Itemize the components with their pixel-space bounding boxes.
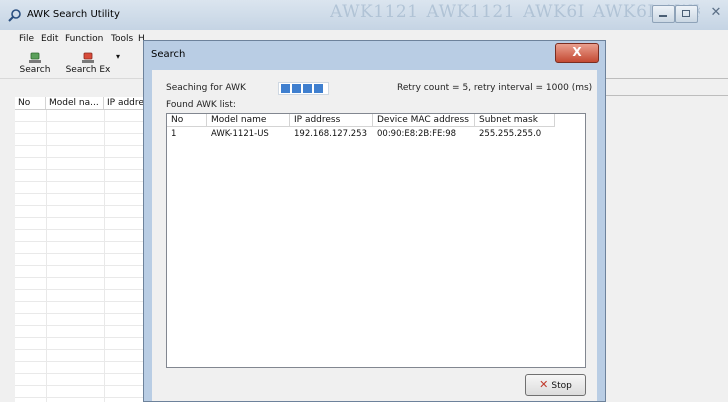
stop-button-label: Stop: [551, 381, 572, 391]
col-model-name[interactable]: Model name: [207, 114, 290, 127]
red-x-icon: ✕: [539, 378, 549, 391]
dialog-close-button[interactable]: X: [555, 43, 599, 63]
menu-edit[interactable]: Edit: [41, 34, 58, 44]
close-icon: ✕: [710, 5, 722, 20]
toolbar-dropdown-arrow-icon[interactable]: ▾: [116, 52, 120, 61]
search-dialog: Search X Seaching for AWK Retry count = …: [143, 40, 606, 402]
toolbar-divider: [600, 78, 728, 79]
search-app-icon: [8, 9, 21, 22]
dialog-content: Seaching for AWK Retry count = 5, retry …: [152, 70, 597, 401]
close-icon: X: [572, 45, 582, 59]
cell-ip: 192.168.127.253: [294, 129, 368, 139]
col-subnet-mask[interactable]: Subnet mask: [475, 114, 555, 127]
cell-mac: 00:90:E8:2B:FE:98: [377, 129, 457, 139]
search-ex-button[interactable]: Search Ex: [64, 49, 112, 77]
device-list[interactable]: [15, 110, 150, 402]
col-mac-address[interactable]: Device MAC address: [373, 114, 475, 127]
col-no[interactable]: No: [167, 114, 207, 127]
search-button[interactable]: Search: [17, 49, 53, 77]
device-list-header: No Model na... IP addre: [15, 97, 150, 110]
dialog-title: Search: [151, 49, 186, 60]
list-col-model[interactable]: Model na...: [46, 97, 104, 109]
cell-no: 1: [171, 129, 177, 139]
search-progress-bar: [278, 82, 329, 95]
search-device-icon: [29, 52, 41, 63]
found-awk-list[interactable]: No Model name IP address Device MAC addr…: [166, 113, 586, 368]
found-list-label: Found AWK list:: [166, 100, 236, 110]
list-divider: [600, 95, 728, 96]
list-col-no[interactable]: No: [15, 97, 46, 109]
main-window: AWK Search Utility AWK1121 AWK1121 AWK6I AW…: [0, 0, 728, 402]
title-watermark: AWK1121AWK1121AWK6IAWK6IAWK1121: [330, 2, 700, 22]
maximize-button[interactable]: [675, 5, 698, 23]
retry-info: Retry count = 5, retry interval = 1000 (…: [397, 83, 593, 93]
maximize-icon: [682, 10, 690, 17]
title-bar: AWK Search Utility AWK1121 AWK1121 AWK6I AW…: [0, 0, 728, 30]
search-ex-button-label: Search Ex: [65, 65, 111, 75]
menu-function[interactable]: Function: [65, 34, 103, 44]
search-ex-icon: [82, 52, 94, 63]
cell-subnet: 255.255.255.0: [479, 129, 542, 139]
searching-label: Seaching for AWK: [166, 83, 246, 93]
menu-file[interactable]: File: [19, 34, 34, 44]
stop-button[interactable]: ✕ Stop: [525, 374, 586, 396]
menu-tools[interactable]: Tools: [111, 34, 133, 44]
window-close-button[interactable]: ✕: [704, 5, 728, 21]
search-button-label: Search: [19, 65, 51, 75]
minimize-button[interactable]: [652, 5, 675, 23]
cell-model: AWK-1121-US: [211, 129, 269, 139]
minimize-icon: [659, 15, 667, 17]
window-title: AWK Search Utility: [27, 9, 120, 20]
col-ip-address[interactable]: IP address: [290, 114, 373, 127]
